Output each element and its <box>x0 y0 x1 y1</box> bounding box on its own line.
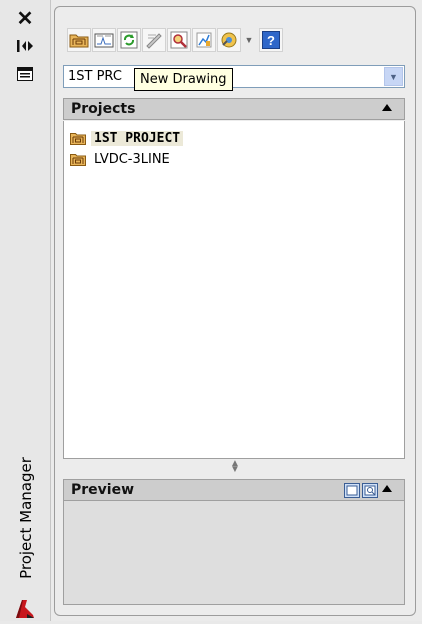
project-folder-icon <box>70 132 86 145</box>
preview-area <box>63 501 405 605</box>
tools-dropdown-arrow[interactable]: ▼ <box>242 28 256 52</box>
new-project-icon <box>94 33 114 48</box>
refresh-button[interactable] <box>117 28 141 52</box>
publish-button[interactable] <box>192 28 216 52</box>
project-folder-icon <box>70 153 86 166</box>
toolbar: ▼ ? <box>67 25 284 55</box>
project-select[interactable]: 1ST PRC ▼ <box>63 65 405 88</box>
help-icon: ? <box>262 31 280 49</box>
list-item[interactable]: 1ST PROJECT <box>70 128 184 148</box>
project-properties-icon <box>146 33 162 49</box>
search-icon <box>170 31 188 49</box>
splitter-handle[interactable]: ▲ ▼ <box>227 459 243 475</box>
preview-section-header[interactable]: Preview <box>63 479 405 501</box>
properties-icon[interactable] <box>13 64 37 84</box>
palette-title-label: Project Manager <box>17 457 35 579</box>
list-item[interactable]: LVDC-3LINE <box>70 149 173 169</box>
preview-list-view-icon[interactable] <box>344 483 360 498</box>
tooltip: New Drawing <box>134 68 233 91</box>
tools-button[interactable] <box>217 28 241 52</box>
project-manager-panel: ▼ ? 1ST PRC ▼ New Drawing Projects 1ST P… <box>54 6 416 616</box>
project-select-value: 1ST PRC <box>68 69 122 84</box>
project-list: 1ST PROJECT LVDC-3LINE <box>63 121 405 459</box>
preview-header-label: Preview <box>71 482 135 498</box>
open-project-button[interactable] <box>67 28 91 52</box>
auto-hide-icon[interactable] <box>13 36 37 56</box>
chevron-down-icon[interactable]: ▼ <box>384 67 403 86</box>
open-project-icon <box>69 34 89 48</box>
project-properties-button[interactable] <box>142 28 166 52</box>
close-icon[interactable]: ✕ <box>13 8 37 30</box>
project-name: LVDC-3LINE <box>94 151 170 167</box>
projects-header-label: Projects <box>71 101 136 117</box>
projects-section-header[interactable]: Projects <box>63 98 405 120</box>
svg-text:?: ? <box>267 33 275 48</box>
palette-title-bar: ✕ Project Manager <box>0 0 51 621</box>
collapse-up-icon[interactable] <box>382 485 392 492</box>
project-manager-window: ✕ Project Manager ▼ ? 1ST PRC ▼ New Draw… <box>0 0 422 621</box>
publish-icon <box>196 32 212 48</box>
palette-title: Project Manager <box>4 448 48 588</box>
tools-icon <box>221 32 237 48</box>
search-button[interactable] <box>167 28 191 52</box>
project-name: 1ST PROJECT <box>91 130 184 146</box>
new-project-button[interactable] <box>92 28 116 52</box>
autocad-logo-icon[interactable] <box>13 597 37 619</box>
help-button[interactable]: ? <box>259 28 283 52</box>
preview-thumbnail-icon[interactable] <box>362 483 378 498</box>
refresh-icon <box>120 31 138 49</box>
collapse-up-icon[interactable] <box>382 104 392 111</box>
